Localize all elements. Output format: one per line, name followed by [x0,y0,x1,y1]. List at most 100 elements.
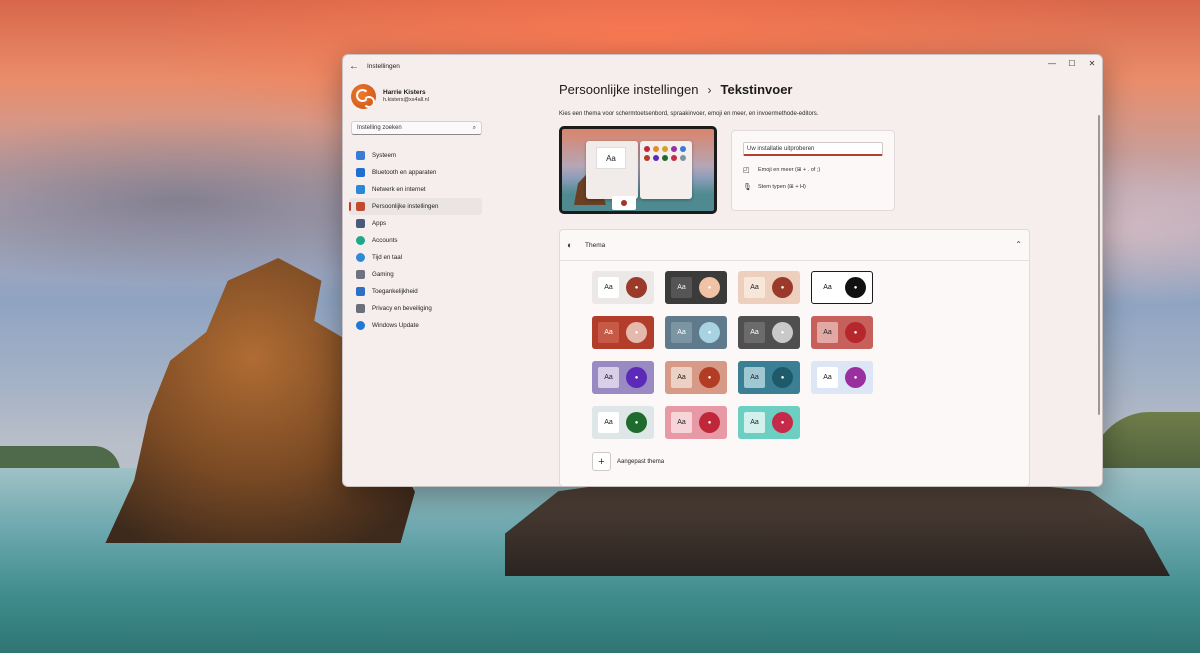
microphone-icon: ● [845,277,866,298]
microphone-icon: ● [772,322,793,343]
search-icon: ⌕ [472,124,476,131]
voice-shortcut-label: Stem typen (⊞ + H) [758,184,806,190]
theme-tile[interactable]: Aa ● [811,316,873,349]
theme-tile[interactable]: Aa ● [592,271,654,304]
user-profile[interactable]: Harrie Kisters h.kisters@xs4all.nl [351,81,483,111]
sidebar-item-label: Netwerk en internet [372,186,426,193]
gamepad-icon [356,270,365,279]
microphone-icon: ● [626,412,647,433]
theme-tile[interactable]: Aa ● [665,316,727,349]
sidebar-item-apps[interactable]: Apps [349,215,482,232]
theme-tile-aa: Aa [744,322,765,343]
chevron-up-icon[interactable]: ⌃ [1015,240,1022,249]
sidebar-item-label: Apps [372,220,387,227]
breadcrumb-parent[interactable]: Persoonlijke instellingen [559,82,698,97]
tryout-card: Uw installatie uitproberen ◰ Emoji en me… [731,130,895,211]
shield-icon [356,304,365,313]
sidebar-item-systeem[interactable]: Systeem [349,147,482,164]
theme-tile-aa: Aa [817,322,838,343]
sidebar-item-persoonlijke-instellingen[interactable]: Persoonlijke instellingen [349,198,482,215]
preview-emoji-dot [671,155,677,161]
page-description: Kies een thema voor schermtoetsenbord, s… [559,111,819,117]
search-input[interactable]: Instelling zoeken ⌕ [351,121,482,135]
tryout-input[interactable]: Uw installatie uitproberen [743,142,883,156]
preview-emoji-dot [662,155,668,161]
microphone-icon: ● [845,322,866,343]
sidebar-item-privacy-en-beveiliging[interactable]: Privacy en beveiliging [349,300,482,317]
sidebar-item-tijd-en-taal[interactable]: Tijd en taal [349,249,482,266]
microphone-icon: ● [845,367,866,388]
theme-preview: Aa [559,126,717,214]
preview-emoji-dot [653,155,659,161]
sidebar-item-label: Windows Update [372,322,419,329]
custom-theme-label: Aangepast thema [617,458,665,465]
theme-tile-aa: Aa [817,277,838,298]
globe-clock-icon [356,253,365,262]
wifi-icon [356,185,365,194]
theme-tile[interactable]: Aa ● [592,406,654,439]
theme-tile-aa: Aa [598,277,619,298]
emoji-panel-icon: ◰ [743,167,750,174]
theme-tile[interactable]: Aa ● [738,406,800,439]
sidebar-item-netwerk-en-internet[interactable]: Netwerk en internet [349,181,482,198]
main-content: Persoonlijke instellingen › Tekstinvoer … [559,55,1102,486]
scrollbar[interactable] [1098,115,1100,415]
sidebar-item-label: Bluetooth en apparaten [372,169,437,176]
theme-tile-aa: Aa [671,277,692,298]
theme-tile-aa: Aa [744,367,765,388]
accessibility-icon [356,287,365,296]
theme-tile-aa: Aa [744,277,765,298]
preview-emoji-dot [680,146,686,152]
theme-tile[interactable]: Aa ● [592,316,654,349]
avatar [351,83,376,109]
apps-icon [356,219,365,228]
emoji-shortcut-row: ◰ Emoji en meer (⊞ + . of ;) [743,166,883,174]
brush-icon [356,202,365,211]
theme-tile[interactable]: Aa ● [592,361,654,394]
theme-tile[interactable]: Aa ● [811,361,873,394]
theme-tile-aa: Aa [671,367,692,388]
microphone-icon: ● [772,277,793,298]
settings-window: ← Instellingen — ☐ ✕ Harrie Kisters h.ki… [342,54,1103,487]
bluetooth-icon [356,168,365,177]
theme-tile[interactable]: Aa ● [738,361,800,394]
preview-emoji-dot [653,146,659,152]
theme-tile[interactable]: Aa ● [665,406,727,439]
add-custom-theme-button[interactable]: + [592,452,611,471]
theme-grid: Aa ● Aa ● Aa ● Aa ● Aa ● Aa ● Aa ● Aa ● Aa ● Aa ● Aa ● Aa ● Aa ● A… [592,271,873,439]
theme-tile[interactable]: Aa ● [738,271,800,304]
profile-name: Harrie Kisters [383,89,426,96]
theme-tile[interactable]: Aa ● [665,271,727,304]
sidebar-item-bluetooth-en-apparaten[interactable]: Bluetooth en apparaten [349,164,482,181]
search-placeholder: Instelling zoeken [357,125,402,131]
breadcrumb-separator: › [707,82,712,97]
sidebar-item-windows-update[interactable]: Windows Update [349,317,482,334]
theme-tile-aa: Aa [817,367,838,388]
emoji-shortcut-label: Emoji en meer (⊞ + . of ;) [758,167,821,173]
theme-tile[interactable]: Aa ● [811,271,873,304]
thema-header[interactable]: ◐ Thema ⌃ [560,230,1029,261]
update-icon [356,321,365,330]
microphone-icon: ● [699,412,720,433]
custom-theme-row[interactable]: + Aangepast thema [592,452,664,471]
sidebar-item-accounts[interactable]: Accounts [349,232,482,249]
microphone-icon: ● [626,277,647,298]
preview-emoji-dot [644,155,650,161]
sidebar-nav: Systeem Bluetooth en apparaten Netwerk en … [349,147,483,334]
page-title: Tekstinvoer [720,82,793,97]
sidebar-item-label: Persoonlijke instellingen [372,203,439,210]
back-arrow-icon: ← [349,60,359,72]
back-button[interactable]: ← [343,55,365,77]
theme-tile[interactable]: Aa ● [665,361,727,394]
person-icon [356,236,365,245]
theme-tile-aa: Aa [671,322,692,343]
theme-tile-aa: Aa [598,367,619,388]
sidebar-item-toegankelijkheid[interactable]: Toegankelijkheid [349,283,482,300]
microphone-icon: ● [772,412,793,433]
theme-tile[interactable]: Aa ● [738,316,800,349]
sidebar-item-gaming[interactable]: Gaming [349,266,482,283]
microphone-icon: ● [626,322,647,343]
preview-emoji-card [640,141,692,199]
microphone-icon: ● [699,322,720,343]
sidebar-item-label: Privacy en beveiliging [372,305,432,312]
